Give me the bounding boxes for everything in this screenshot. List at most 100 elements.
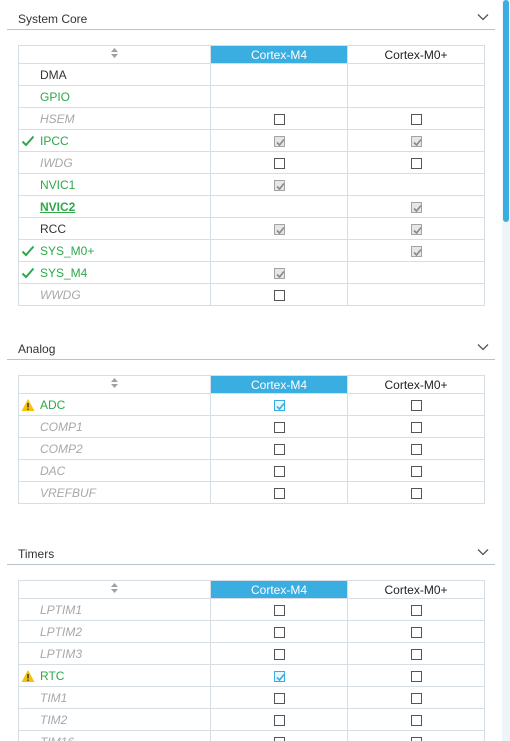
peripheral-name[interactable]: TIM2 [40,713,67,727]
peripheral-name[interactable]: TIM16 [40,735,74,741]
sort-column-header[interactable] [18,375,211,394]
checkbox-unchecked[interactable] [410,736,422,741]
checkbox-unchecked[interactable] [410,421,422,433]
checkbox-unchecked[interactable] [273,465,285,477]
checkbox-unchecked[interactable] [273,736,285,741]
sort-icon[interactable] [110,47,119,62]
scrollbar-thumb[interactable] [503,0,509,222]
checkbox-unchecked[interactable] [273,113,285,125]
checkbox-unchecked[interactable] [410,157,422,169]
peripheral-cell[interactable]: TIM1 [18,686,211,709]
checkbox-unchecked[interactable] [410,670,422,682]
peripheral-cell[interactable]: HSEM [18,107,211,130]
checkbox-unchecked[interactable] [273,604,285,616]
peripheral-name[interactable]: SYS_M0+ [40,244,94,258]
peripheral-name[interactable]: TIM1 [40,691,67,705]
chevron-down-icon[interactable] [477,546,489,558]
sort-icon[interactable] [110,582,119,597]
sort-column-header[interactable] [18,580,211,599]
section-header-system-core[interactable]: System Core [7,8,495,30]
peripheral-name[interactable]: IPCC [40,134,69,148]
peripheral-cell[interactable]: DMA [18,63,211,86]
peripheral-cell[interactable]: COMP1 [18,415,211,438]
chevron-down-icon[interactable] [477,341,489,353]
column-header-cortex-m4[interactable]: Cortex-M4 [210,45,348,64]
peripheral-name[interactable]: COMP2 [40,442,83,456]
peripheral-name[interactable]: RCC [40,222,66,236]
section-header-analog[interactable]: Analog [7,338,495,360]
checkbox-unchecked[interactable] [410,465,422,477]
peripheral-name[interactable]: IWDG [40,156,73,170]
checkbox-unchecked[interactable] [410,113,422,125]
checkbox-unchecked[interactable] [273,692,285,704]
peripheral-name[interactable]: LPTIM3 [40,647,82,661]
peripheral-cell[interactable]: NVIC2 [18,195,211,218]
peripheral-cell[interactable]: GPIO [18,85,211,108]
checkbox-checked[interactable] [273,267,285,279]
checkbox-unchecked[interactable] [273,648,285,660]
checkbox-unchecked[interactable] [410,443,422,455]
checkbox-unchecked[interactable] [410,714,422,726]
checkbox-checked[interactable] [410,135,422,147]
peripheral-cell[interactable]: WWDG [18,283,211,306]
checkbox-unchecked[interactable] [410,648,422,660]
section-header-timers[interactable]: Timers [7,543,495,565]
column-header-cortex-m4[interactable]: Cortex-M4 [210,375,348,394]
peripheral-name[interactable]: LPTIM1 [40,603,82,617]
peripheral-name[interactable]: ADC [40,398,65,412]
column-header-cortex-m4[interactable]: Cortex-M4 [210,580,348,599]
peripheral-cell[interactable]: DAC [18,459,211,482]
peripheral-cell[interactable]: COMP2 [18,437,211,460]
peripheral-cell[interactable]: SYS_M0+ [18,239,211,262]
peripheral-cell[interactable]: TIM16 [18,730,211,741]
checkbox-unchecked[interactable] [273,714,285,726]
checkbox-checked[interactable] [273,135,285,147]
peripheral-cell[interactable]: LPTIM1 [18,598,211,621]
checkbox-unchecked[interactable] [410,487,422,499]
peripheral-name[interactable]: DAC [40,464,65,478]
column-header-cortex-m0plus[interactable]: Cortex-M0+ [347,580,485,599]
checkbox-checked[interactable] [273,670,285,682]
sort-column-header[interactable] [18,45,211,64]
peripheral-cell[interactable]: VREFBUF [18,481,211,504]
checkbox-unchecked[interactable] [410,626,422,638]
peripheral-name[interactable]: DMA [40,68,67,82]
checkbox-unchecked[interactable] [410,604,422,616]
peripheral-cell[interactable]: LPTIM2 [18,620,211,643]
peripheral-cell[interactable]: SYS_M4 [18,261,211,284]
peripheral-name[interactable]: SYS_M4 [40,266,87,280]
checkbox-checked[interactable] [273,223,285,235]
peripheral-name[interactable]: LPTIM2 [40,625,82,639]
peripheral-cell[interactable]: RTC [18,664,211,687]
peripheral-name[interactable]: WWDG [40,288,81,302]
checkbox-unchecked[interactable] [273,443,285,455]
peripheral-cell[interactable]: IPCC [18,129,211,152]
checkbox-checked[interactable] [273,179,285,191]
checkbox-checked[interactable] [273,399,285,411]
checkbox-checked[interactable] [410,223,422,235]
checkbox-unchecked[interactable] [273,487,285,499]
checkbox-unchecked[interactable] [273,421,285,433]
vertical-scrollbar[interactable] [502,0,510,741]
peripheral-cell[interactable]: ADC [18,393,211,416]
checkbox-checked[interactable] [410,245,422,257]
peripheral-cell[interactable]: RCC [18,217,211,240]
peripheral-name[interactable]: COMP1 [40,420,83,434]
peripheral-cell[interactable]: NVIC1 [18,173,211,196]
checkbox-checked[interactable] [410,201,422,213]
checkbox-unchecked[interactable] [410,399,422,411]
chevron-down-icon[interactable] [477,11,489,23]
peripheral-name[interactable]: HSEM [40,112,75,126]
sort-icon[interactable] [110,377,119,392]
checkbox-unchecked[interactable] [410,692,422,704]
peripheral-cell[interactable]: TIM2 [18,708,211,731]
peripheral-name[interactable]: VREFBUF [40,486,96,500]
peripheral-cell[interactable]: LPTIM3 [18,642,211,665]
checkbox-unchecked[interactable] [273,157,285,169]
peripheral-name[interactable]: NVIC1 [40,178,75,192]
column-header-cortex-m0plus[interactable]: Cortex-M0+ [347,45,485,64]
column-header-cortex-m0plus[interactable]: Cortex-M0+ [347,375,485,394]
peripheral-name[interactable]: NVIC2 [40,200,75,214]
peripheral-name[interactable]: RTC [40,669,64,683]
peripheral-cell[interactable]: IWDG [18,151,211,174]
